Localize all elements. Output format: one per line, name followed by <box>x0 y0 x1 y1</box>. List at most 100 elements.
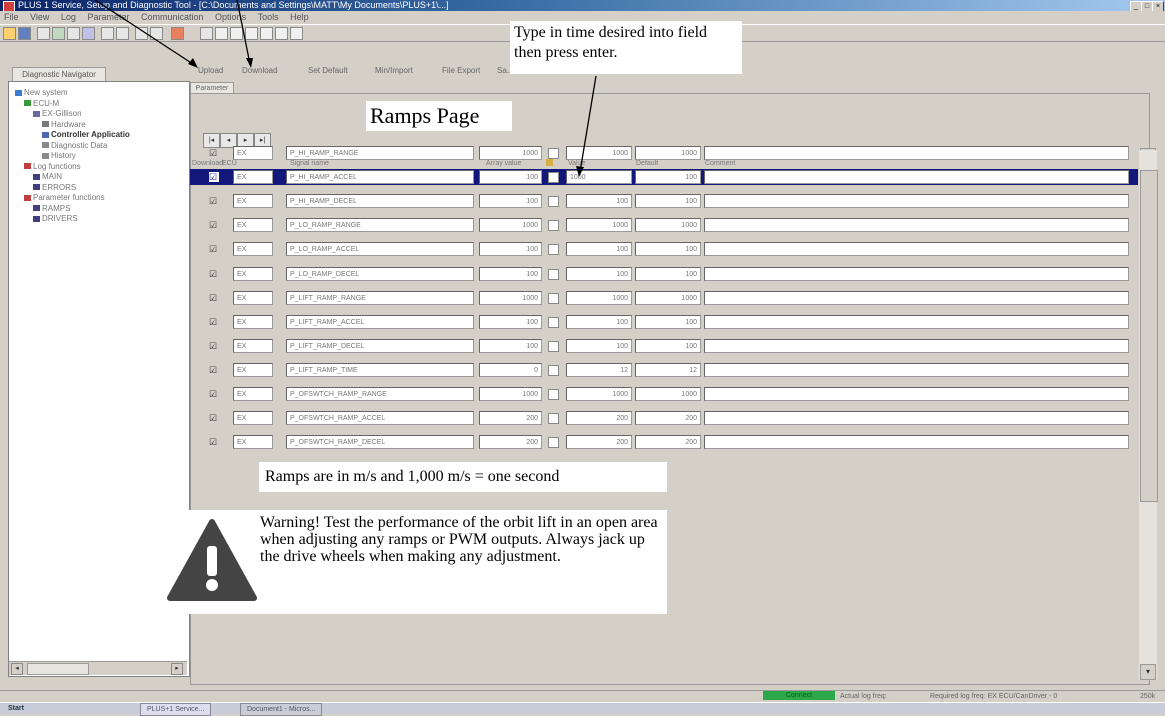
save-icon[interactable] <box>18 27 31 40</box>
menu-log[interactable]: Log <box>61 11 76 23</box>
value-input[interactable]: 1000 <box>566 170 632 184</box>
value-input[interactable]: 1000 <box>566 218 632 232</box>
menu-tools[interactable]: Tools <box>258 11 279 23</box>
tool-icon[interactable] <box>200 27 213 40</box>
value-input[interactable]: 100 <box>566 315 632 329</box>
taskbar-item-document[interactable]: Document1 - Micros... <box>240 703 323 716</box>
value-input[interactable]: 100 <box>566 194 632 208</box>
edit-checkbox[interactable] <box>548 341 559 352</box>
tree-item[interactable]: EX-Gillison <box>33 109 82 119</box>
scroll-right-icon[interactable]: ▸ <box>171 663 183 675</box>
edit-checkbox[interactable] <box>548 389 559 400</box>
download-checkbox[interactable]: ☑ <box>209 389 219 399</box>
tree-item[interactable]: ECU-M <box>24 99 59 109</box>
download-checkbox[interactable]: ☑ <box>209 196 219 206</box>
tree-item[interactable]: Parameter functions <box>24 193 105 203</box>
align-center-icon[interactable] <box>230 27 243 40</box>
connect-icon[interactable] <box>37 27 50 40</box>
edit-checkbox[interactable] <box>548 317 559 328</box>
comment-input[interactable] <box>704 363 1129 377</box>
tree-item[interactable]: New system <box>15 88 68 98</box>
comment-input[interactable] <box>704 435 1129 449</box>
tree-item[interactable]: RAMPS <box>33 204 70 214</box>
comment-input[interactable] <box>704 387 1129 401</box>
comment-input[interactable] <box>704 146 1129 160</box>
menu-options[interactable]: Options <box>215 11 246 23</box>
set-default-button[interactable]: Set Default <box>308 64 348 78</box>
comment-input[interactable] <box>704 267 1129 281</box>
edit-checkbox[interactable] <box>548 413 559 424</box>
scroll-left-icon[interactable]: ◂ <box>11 663 23 675</box>
tree-item[interactable]: Controller Applicatio <box>42 130 130 140</box>
tree-item[interactable]: Log functions <box>24 162 81 172</box>
edit-checkbox[interactable] <box>548 148 559 159</box>
settings-icon[interactable] <box>150 27 163 40</box>
comment-input[interactable] <box>704 194 1129 208</box>
tree-item[interactable]: MAIN <box>33 172 62 182</box>
edit-checkbox[interactable] <box>548 269 559 280</box>
value-input[interactable]: 100 <box>566 339 632 353</box>
download-checkbox[interactable]: ☑ <box>209 317 219 327</box>
download-checkbox[interactable]: ☑ <box>209 172 219 182</box>
align-left-icon[interactable] <box>215 27 228 40</box>
download-checkbox[interactable]: ☑ <box>209 413 219 423</box>
tree-item[interactable]: ERRORS <box>33 183 76 193</box>
edit-checkbox[interactable] <box>548 196 559 207</box>
edit-checkbox[interactable] <box>548 437 559 448</box>
comment-input[interactable] <box>704 411 1129 425</box>
scroll-down-icon[interactable]: ▾ <box>1140 664 1156 680</box>
download-checkbox[interactable]: ☑ <box>209 437 219 447</box>
format-icon[interactable] <box>260 27 273 40</box>
value-input[interactable]: 100 <box>566 267 632 281</box>
edit-checkbox[interactable] <box>548 172 559 183</box>
nav-horizontal-scrollbar[interactable]: ◂ ▸ <box>9 661 187 675</box>
comment-input[interactable] <box>704 218 1129 232</box>
download-icon[interactable] <box>67 27 80 40</box>
comment-input[interactable] <box>704 339 1129 353</box>
download-checkbox[interactable]: ☑ <box>209 293 219 303</box>
download-checkbox[interactable]: ☑ <box>209 148 219 158</box>
value-input[interactable]: 1000 <box>566 146 632 160</box>
download-checkbox[interactable]: ☑ <box>209 244 219 254</box>
parameter-scroll-thumb[interactable] <box>1140 170 1158 502</box>
format2-icon[interactable] <box>275 27 288 40</box>
download-button[interactable]: Download <box>242 64 278 78</box>
tree-item[interactable]: Hardware <box>42 120 86 130</box>
value-input[interactable]: 200 <box>566 411 632 425</box>
taskbar-item-service-tool[interactable]: PLUS+1 Service... <box>140 703 212 716</box>
tree-item[interactable]: History <box>42 151 76 161</box>
edit-checkbox[interactable] <box>548 365 559 376</box>
first-record-button[interactable]: |◂ <box>203 133 220 148</box>
tree-item[interactable]: Diagnostic Data <box>42 141 107 151</box>
open-icon[interactable] <box>3 27 16 40</box>
value-input[interactable]: 200 <box>566 435 632 449</box>
format3-icon[interactable] <box>290 27 303 40</box>
menu-file[interactable]: File <box>4 11 19 23</box>
print-icon[interactable] <box>135 27 148 40</box>
comment-input[interactable] <box>704 242 1129 256</box>
value-input[interactable]: 100 <box>566 242 632 256</box>
comment-input[interactable] <box>704 291 1129 305</box>
edit-checkbox[interactable] <box>548 220 559 231</box>
tree-item[interactable]: DRIVERS <box>33 214 78 224</box>
value-input[interactable]: 1000 <box>566 291 632 305</box>
log-start-icon[interactable] <box>101 27 114 40</box>
upload-button[interactable]: Upload <box>198 64 223 78</box>
refresh-icon[interactable] <box>82 27 95 40</box>
comment-input[interactable] <box>704 170 1129 184</box>
edit-checkbox[interactable] <box>548 244 559 255</box>
comment-input[interactable] <box>704 315 1129 329</box>
menu-view[interactable]: View <box>30 11 49 23</box>
min-import-button[interactable]: Min/Import <box>375 64 413 78</box>
align-right-icon[interactable] <box>245 27 258 40</box>
upload-icon[interactable] <box>52 27 65 40</box>
menu-communication[interactable]: Communication <box>141 11 204 23</box>
download-checkbox[interactable]: ☑ <box>209 341 219 351</box>
download-checkbox[interactable]: ☑ <box>209 220 219 230</box>
menu-parameter[interactable]: Parameter <box>87 11 129 23</box>
download-checkbox[interactable]: ☑ <box>209 269 219 279</box>
start-button[interactable]: Start <box>8 703 24 714</box>
menu-help[interactable]: Help <box>290 11 309 23</box>
log-stop-icon[interactable] <box>116 27 129 40</box>
download-checkbox[interactable]: ☑ <box>209 365 219 375</box>
